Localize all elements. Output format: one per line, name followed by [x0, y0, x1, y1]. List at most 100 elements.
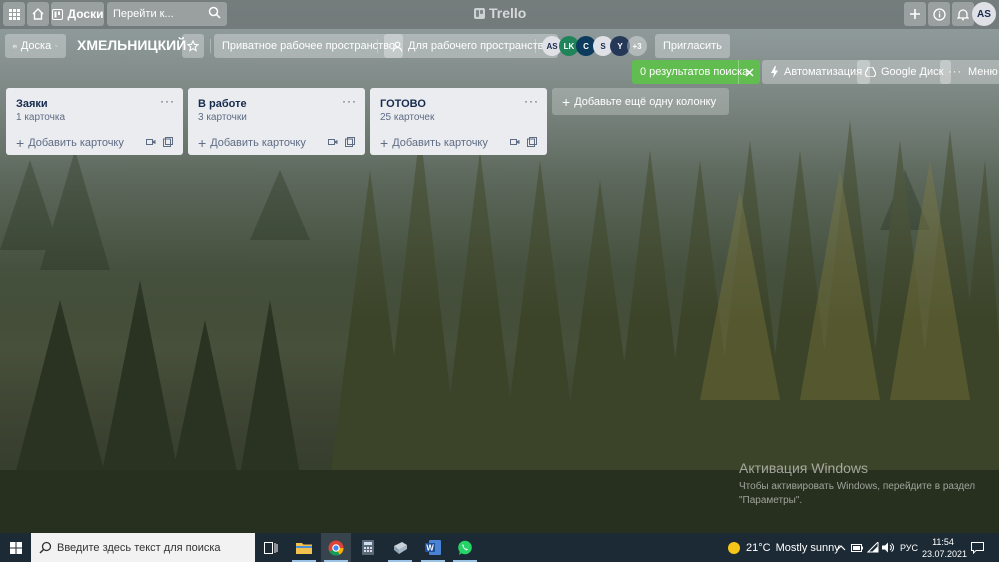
list-card-count: 3 карточки: [198, 112, 247, 123]
list-title[interactable]: ГОТОВО: [380, 98, 426, 110]
weather-desc: Mostly sunny: [775, 541, 840, 554]
speaker-icon: [882, 542, 894, 553]
card-template-icon[interactable]: [163, 137, 173, 147]
add-card-label: Добавить карточку: [28, 137, 124, 149]
search-results-filter[interactable]: 0 результатов поиска: [632, 60, 760, 84]
header-divider: [210, 39, 211, 53]
plus-icon: [910, 9, 920, 19]
search-placeholder: Перейти к...: [113, 8, 174, 20]
windows-activation-watermark: Активация Windows Чтобы активировать Win…: [739, 460, 975, 508]
whatsapp-icon: [458, 540, 472, 555]
workspace-button[interactable]: Для рабочего пространства: [384, 34, 558, 58]
whatsapp-app[interactable]: [450, 533, 480, 562]
list-title[interactable]: В работе: [198, 98, 247, 110]
jump-to-search[interactable]: Перейти к...: [107, 2, 227, 26]
system-clock[interactable]: 11:54 23.07.2021: [922, 536, 968, 560]
show-hidden-icons-button[interactable]: [836, 533, 846, 562]
star-board-button[interactable]: [182, 34, 204, 58]
automation-label: Автоматизация: [784, 66, 863, 78]
automation-button[interactable]: Автоматизация: [762, 60, 871, 84]
installer-app[interactable]: [385, 533, 415, 562]
board-view-icon: [13, 44, 17, 48]
battery-button[interactable]: [851, 533, 863, 562]
clear-filter-button[interactable]: [738, 60, 760, 84]
clock-date: 23.07.2021: [922, 549, 968, 559]
list-column[interactable]: В работе 3 карточки ··· + Добавить карто…: [188, 88, 365, 155]
member-initials: S: [600, 41, 606, 51]
battery-icon: [851, 543, 863, 552]
language-indicator[interactable]: РУС: [900, 533, 918, 562]
boards-button[interactable]: Доски: [51, 2, 104, 26]
list-menu-button[interactable]: ···: [342, 94, 357, 108]
calculator-app[interactable]: [353, 533, 383, 562]
trello-logo-icon: [474, 7, 485, 19]
add-column-button[interactable]: + Добавьте ещё одну колонку: [552, 88, 729, 115]
windows-logo-icon: [9, 541, 22, 554]
taskbar-search-box[interactable]: Введите здесь текст для поиска: [31, 533, 255, 562]
volume-button[interactable]: [882, 533, 894, 562]
chevron-down-icon: [55, 45, 58, 47]
chevron-up-icon: [836, 544, 846, 550]
card-template-icon[interactable]: [345, 137, 355, 147]
list-column[interactable]: ГОТОВО 25 карточек ··· + Добавить карточ…: [370, 88, 547, 155]
home-button[interactable]: [27, 2, 49, 26]
word-app[interactable]: W: [418, 533, 448, 562]
activation-title: Активация Windows: [739, 460, 869, 476]
list-menu-button[interactable]: ···: [524, 94, 539, 108]
list-card-count: 25 карточек: [380, 112, 435, 123]
workspace-label: Для рабочего пространства: [408, 40, 550, 52]
file-explorer-app[interactable]: [289, 533, 319, 562]
card-template-icon[interactable]: [527, 137, 537, 147]
star-icon: [187, 40, 199, 52]
info-button[interactable]: [928, 2, 950, 26]
chrome-icon: [328, 540, 344, 556]
google-drive-label: Google Диск: [881, 66, 944, 78]
member-initials: LK: [563, 41, 575, 51]
search-icon: [39, 541, 52, 554]
add-card-button[interactable]: + Добавить карточку: [380, 135, 488, 151]
weather-widget[interactable]: 21°C Mostly sunny: [727, 533, 840, 562]
plus-icon: +: [562, 93, 571, 110]
clock-time: 11:54: [932, 537, 954, 547]
board-header: Доска ХМЕЛЬНИЦКИЙ Приватное рабочее прос…: [0, 31, 999, 61]
trello-logo[interactable]: Trello: [474, 5, 526, 21]
list-column[interactable]: Заяки 1 карточка ··· + Добавить карточку: [6, 88, 183, 155]
user-avatar[interactable]: AS: [972, 2, 996, 26]
add-card-button[interactable]: + Добавить карточку: [198, 135, 306, 151]
board-view-label: Доска: [20, 40, 52, 52]
start-button[interactable]: [0, 533, 31, 562]
list-title[interactable]: Заяки: [16, 98, 48, 110]
bell-icon: [957, 8, 969, 20]
wifi-icon: [867, 542, 879, 553]
notifications-button[interactable]: [952, 2, 974, 26]
list-menu-button[interactable]: ···: [160, 94, 175, 108]
activation-subtitle-line2: "Параметры".: [739, 495, 803, 506]
menu-label: Меню: [968, 66, 998, 78]
lightning-icon: [771, 66, 778, 78]
invite-button[interactable]: Пригласить: [655, 34, 730, 58]
grid-icon: [8, 8, 20, 20]
more-members-badge[interactable]: +3: [627, 36, 647, 56]
weather-temp: 21°C: [746, 541, 771, 554]
plus-icon: +: [380, 135, 389, 151]
chrome-app[interactable]: [321, 533, 351, 562]
create-button[interactable]: [904, 2, 926, 26]
board-view-switcher[interactable]: Доска: [5, 34, 66, 58]
menu-button[interactable]: ··· Меню: [940, 60, 999, 84]
notification-center-button[interactable]: [971, 533, 984, 562]
workspace-visibility-button[interactable]: Приватное рабочее пространство: [214, 34, 404, 58]
network-button[interactable]: [867, 533, 879, 562]
camera-icon[interactable]: [328, 137, 338, 147]
camera-icon[interactable]: [510, 137, 520, 147]
task-view-button[interactable]: [256, 533, 286, 562]
people-icon: [392, 41, 403, 52]
add-card-button[interactable]: + Добавить карточку: [16, 135, 124, 151]
speech-bubble-icon: [971, 541, 984, 554]
plus-icon: +: [198, 135, 207, 151]
logo-text: Trello: [489, 5, 527, 21]
camera-icon[interactable]: [146, 137, 156, 147]
google-drive-button[interactable]: Google Диск: [857, 60, 952, 84]
apps-grid-button[interactable]: [3, 2, 25, 26]
calculator-icon: [362, 540, 374, 555]
board-title[interactable]: ХМЕЛЬНИЦКИЙ: [77, 37, 186, 53]
